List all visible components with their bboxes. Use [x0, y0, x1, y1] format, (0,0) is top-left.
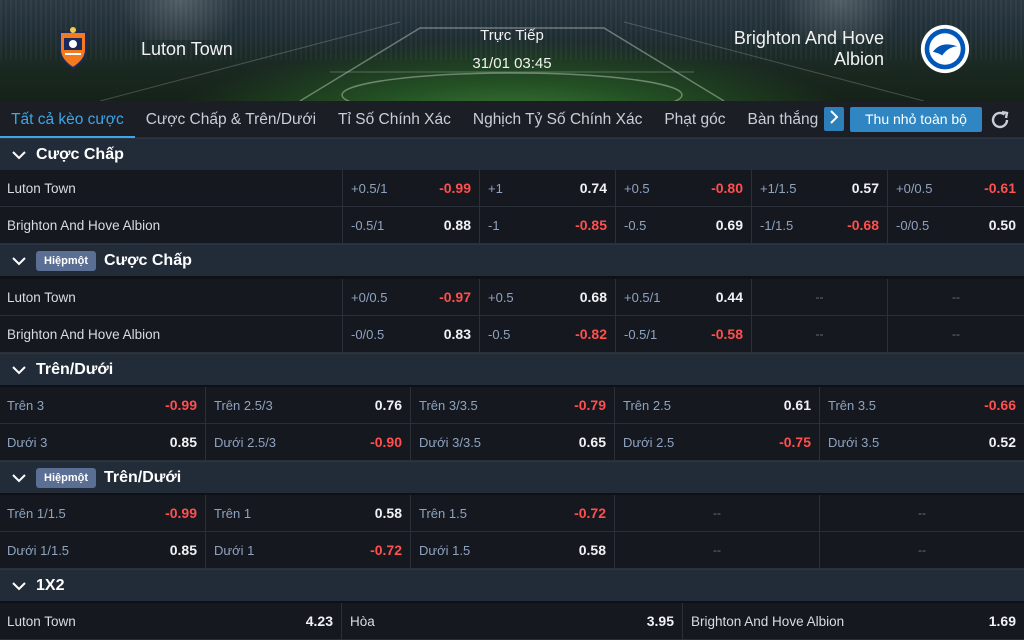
- table-row: Trên 1/1.5 -0.99 Trên 1 0.58 Trên 1.5 -0.72…: [0, 495, 1024, 532]
- match-header: Luton Town Trực Tiếp 31/01 03:45 Brighto…: [0, 0, 1024, 101]
- odds-cell[interactable]: +0/0.5 -0.97: [342, 279, 479, 315]
- tab-all-markets[interactable]: Tất cả kèo cược: [0, 101, 135, 138]
- odds-cell[interactable]: -0.5/1 0.88: [342, 207, 479, 243]
- section-title: Trên/Dưới: [36, 360, 114, 378]
- team-name: Brighton And Hove Albion: [7, 326, 161, 342]
- odds-cell[interactable]: Dưới 3/3.5 0.65: [410, 424, 614, 460]
- odds-cell[interactable]: +0.5/1 -0.99: [342, 170, 479, 206]
- match-odds-page: Luton Town Trực Tiếp 31/01 03:45 Brighto…: [0, 0, 1024, 640]
- section-handicap-header[interactable]: Cược Chấp: [0, 138, 1024, 170]
- odds-cell[interactable]: Trên 2.5 0.61: [614, 387, 819, 423]
- table-row: Dưới 3 0.85 Dưới 2.5/3 -0.90 Dưới 3/3.5 0.6…: [0, 424, 1024, 461]
- odds-cell[interactable]: Dưới 2.5/3 -0.90: [205, 424, 410, 460]
- team-name: Luton Town: [7, 289, 76, 305]
- tab-corners[interactable]: Phạt góc: [653, 101, 736, 138]
- odds-cell[interactable]: -0.5 0.69: [615, 207, 751, 243]
- section-title: Cược Chấp: [104, 251, 192, 269]
- empty-cell: --: [887, 316, 1024, 352]
- team-name: Brighton And Hove Albion: [7, 217, 161, 233]
- table-row: Trên 3 -0.99 Trên 2.5/3 0.76 Trên 3/3.5 -0.…: [0, 387, 1024, 424]
- table-row: Brighton And Hove Albion -0.5/1 0.88 -1 -0…: [0, 207, 1024, 244]
- odds-cell[interactable]: Dưới 1 -0.72: [205, 532, 410, 568]
- chevron-down-icon: [12, 256, 26, 265]
- odds-cell[interactable]: +1/1.5 0.57: [751, 170, 887, 206]
- odds-cell[interactable]: Trên 3/3.5 -0.79: [410, 387, 614, 423]
- odds-cell[interactable]: +1 0.74: [479, 170, 615, 206]
- odds-cell[interactable]: Dưới 1.5 0.58: [410, 532, 614, 568]
- odds-cell[interactable]: Trên 2.5/3 0.76: [205, 387, 410, 423]
- odds-cell[interactable]: Dưới 2.5 -0.75: [614, 424, 819, 460]
- empty-cell: --: [614, 495, 819, 531]
- section-title: Cược Chấp: [36, 145, 124, 163]
- table-row: Dưới 1/1.5 0.85 Dưới 1 -0.72 Dưới 1.5 0.58 …: [0, 532, 1024, 569]
- odds-cell[interactable]: Dưới 1/1.5 0.85: [0, 532, 205, 568]
- tabs-next-button[interactable]: [824, 107, 844, 131]
- odds-cell[interactable]: +0.5 0.68: [479, 279, 615, 315]
- chevron-down-icon: [12, 365, 26, 374]
- odds-cell[interactable]: +0/0.5 -0.61: [887, 170, 1024, 206]
- odds-cell[interactable]: Dưới 3.5 0.52: [819, 424, 1024, 460]
- tab-goals[interactable]: Bàn thắng: [737, 101, 823, 138]
- odds-cell[interactable]: -0/0.5 0.83: [342, 316, 479, 352]
- odds-cell[interactable]: Trên 3 -0.99: [0, 387, 205, 423]
- odds-cell[interactable]: -0/0.5 0.50: [887, 207, 1024, 243]
- chevron-down-icon: [12, 150, 26, 159]
- brighton-crest-icon: [920, 24, 970, 74]
- table-row: Luton Town 4.23 Hòa 3.95 Brighton And Hove…: [0, 603, 1024, 640]
- odds-cell[interactable]: +0.5 -0.80: [615, 170, 751, 206]
- empty-cell: --: [751, 316, 887, 352]
- odds-cell[interactable]: Luton Town 4.23: [0, 603, 341, 639]
- market-tabbar: Tất cả kèo cược Cược Chấp & Trên/Dưới Tỉ S…: [0, 101, 1024, 138]
- section-1x2-header[interactable]: 1X2: [0, 569, 1024, 601]
- table-row: Luton Town +0/0.5 -0.97 +0.5 0.68 +0.5/1 0.…: [0, 279, 1024, 316]
- section-title: 1X2: [36, 576, 65, 594]
- chevron-down-icon: [12, 581, 26, 590]
- odds-cell[interactable]: -1/1.5 -0.68: [751, 207, 887, 243]
- odds-cell[interactable]: -0.5 -0.82: [479, 316, 615, 352]
- market-tabs: Tất cả kèo cược Cược Chấp & Trên/Dưới Tỉ S…: [0, 101, 823, 138]
- odds-cell[interactable]: Trên 3.5 -0.66: [819, 387, 1024, 423]
- away-team-name: Brighton And Hove Albion: [733, 28, 884, 69]
- empty-cell: --: [751, 279, 887, 315]
- odds-cell[interactable]: Trên 1/1.5 -0.99: [0, 495, 205, 531]
- odds-cell[interactable]: Hòa 3.95: [341, 603, 682, 639]
- collapse-all-button[interactable]: Thu nhỏ toàn bộ: [850, 107, 982, 132]
- first-half-badge: Hiệpmột: [36, 250, 96, 271]
- first-half-badge: Hiệpmột: [36, 467, 96, 488]
- section-title: Trên/Dưới: [104, 468, 182, 486]
- odds-cell[interactable]: Trên 1 0.58: [205, 495, 410, 531]
- table-row: Brighton And Hove Albion -0/0.5 0.83 -0.5…: [0, 316, 1024, 353]
- tab-reverse-correct-score[interactable]: Nghịch Tỷ Số Chính Xác: [462, 101, 653, 138]
- odds-cell[interactable]: +0.5/1 0.44: [615, 279, 751, 315]
- team-name: Luton Town: [7, 180, 76, 196]
- tab-handicap-over-under[interactable]: Cược Chấp & Trên/Dưới: [135, 101, 327, 138]
- chevron-right-icon: [830, 110, 839, 124]
- empty-cell: --: [819, 495, 1024, 531]
- tab-correct-score[interactable]: Tỉ Số Chính Xác: [327, 101, 462, 138]
- odds-cell[interactable]: Brighton And Hove Albion 1.69: [682, 603, 1024, 639]
- empty-cell: --: [819, 532, 1024, 568]
- section-handicap-half-header[interactable]: Hiệpmột Cược Chấp: [0, 244, 1024, 276]
- refresh-icon[interactable]: [988, 108, 1012, 132]
- odds-cell[interactable]: -1 -0.85: [479, 207, 615, 243]
- table-row: Luton Town +0.5/1 -0.99 +1 0.74 +0.5 -0.80 …: [0, 170, 1024, 207]
- odds-cell[interactable]: -0.5/1 -0.58: [615, 316, 751, 352]
- empty-cell: --: [887, 279, 1024, 315]
- odds-cell[interactable]: Dưới 3 0.85: [0, 424, 205, 460]
- odds-cell[interactable]: Trên 1.5 -0.72: [410, 495, 614, 531]
- section-over-under-half-header[interactable]: Hiệpmột Trên/Dưới: [0, 461, 1024, 493]
- chevron-down-icon: [12, 473, 26, 482]
- section-over-under-header[interactable]: Trên/Dưới: [0, 353, 1024, 385]
- empty-cell: --: [614, 532, 819, 568]
